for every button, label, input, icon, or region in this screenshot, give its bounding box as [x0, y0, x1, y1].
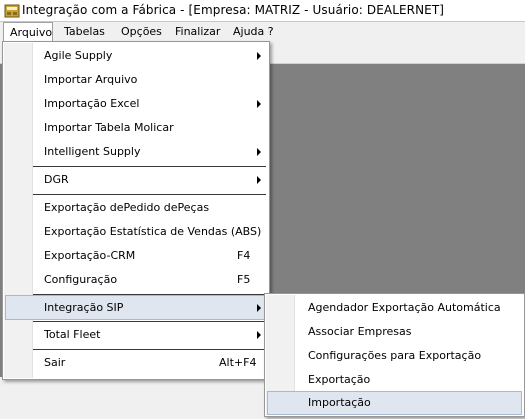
menu-item-exportacao-crm[interactable]: Exportação-CRM F4: [5, 244, 267, 268]
app-icon: [4, 4, 20, 18]
menu-item-label: Importação Excel: [44, 97, 140, 110]
submenu-item-label: Exportação: [308, 373, 371, 386]
menu-item-exportacao-pedido-pecas[interactable]: Exportação dePedido dePeças: [5, 196, 267, 220]
menu-item-label: Importar Arquivo: [44, 73, 138, 86]
submenu-item-exportacao[interactable]: Exportação: [267, 368, 522, 392]
submenu-arrow-icon: [257, 52, 261, 60]
submenu-arrow-icon: [257, 331, 261, 339]
menu-item-shortcut: Alt+F4: [219, 356, 257, 369]
menu-item-label: Configuração: [44, 273, 118, 286]
submenu-item-associar-empresas[interactable]: Associar Empresas: [267, 320, 522, 344]
title-bar: Integração com a Fábrica - [Empresa: MAT…: [0, 0, 525, 22]
submenu-item-agendador-exportacao[interactable]: Agendador Exportação Automática: [267, 296, 522, 320]
menu-item-total-fleet[interactable]: Total Fleet: [5, 323, 267, 347]
menu-opcoes[interactable]: Opções: [121, 22, 162, 42]
submenu-arrow-icon: [257, 100, 261, 108]
menu-item-label: DGR: [44, 173, 69, 186]
menu-bar: Arquivo Tabelas Opções Finalizar Ajuda ?: [0, 22, 525, 43]
menu-item-shortcut: F5: [237, 273, 251, 286]
submenu-item-label: Importação: [308, 396, 371, 409]
menu-item-shortcut: F4: [237, 249, 251, 262]
submenu-item-importacao[interactable]: Importação: [267, 391, 522, 415]
menu-item-label: Intelligent Supply: [44, 145, 141, 158]
menu-item-sair[interactable]: Sair Alt+F4: [5, 351, 267, 375]
menu-item-label: Total Fleet: [44, 328, 101, 341]
menu-tabelas[interactable]: Tabelas: [64, 22, 105, 42]
menu-item-intelligent-supply[interactable]: Intelligent Supply: [5, 140, 267, 164]
menu-ajuda[interactable]: Ajuda ?: [233, 22, 274, 42]
arquivo-dropdown: Agile Supply Importar Arquivo Importação…: [2, 41, 270, 380]
menu-item-label: Importar Tabela Molicar: [44, 121, 174, 134]
menu-item-importacao-excel[interactable]: Importação Excel: [5, 92, 267, 116]
menu-arquivo-label: Arquivo: [10, 26, 53, 39]
submenu-item-configuracoes-exportacao[interactable]: Configurações para Exportação: [267, 344, 522, 368]
submenu-item-label: Agendador Exportação Automática: [308, 301, 501, 314]
menu-item-importar-tabela-molicar[interactable]: Importar Tabela Molicar: [5, 116, 267, 140]
menu-item-dgr[interactable]: DGR: [5, 168, 267, 192]
menu-item-integracao-sip[interactable]: Integração SIP: [5, 295, 267, 320]
menu-ajuda-label: Ajuda ?: [233, 25, 274, 38]
menu-separator: [33, 166, 266, 167]
submenu-arrow-icon: [257, 304, 261, 312]
integracao-sip-submenu: Agendador Exportação Automática Associar…: [264, 293, 525, 417]
menu-separator: [33, 349, 266, 350]
menu-finalizar-label: Finalizar: [175, 25, 221, 38]
menu-item-configuracao[interactable]: Configuração F5: [5, 268, 267, 292]
menu-item-label: Integração SIP: [44, 301, 124, 314]
submenu-item-label: Associar Empresas: [308, 325, 412, 338]
menu-item-label: Exportação Estatística de Vendas (ABS): [44, 225, 262, 238]
menu-separator: [33, 194, 266, 195]
submenu-item-label: Configurações para Exportação: [308, 349, 482, 362]
menu-arquivo[interactable]: Arquivo: [3, 22, 53, 43]
menu-finalizar[interactable]: Finalizar: [175, 22, 220, 42]
menu-item-label: Exportação-CRM: [44, 249, 136, 262]
menu-item-agile-supply[interactable]: Agile Supply: [5, 44, 267, 68]
menu-item-exportacao-estatistica-vendas[interactable]: Exportação Estatística de Vendas (ABS): [5, 220, 267, 244]
menu-item-importar-arquivo[interactable]: Importar Arquivo: [5, 68, 267, 92]
menu-item-label: Agile Supply: [44, 49, 113, 62]
menu-opcoes-label: Opções: [121, 25, 162, 38]
menu-item-label: Sair: [44, 356, 66, 369]
menu-separator: [33, 321, 266, 322]
menu-item-label: Exportação dePedido dePeças: [44, 201, 210, 214]
submenu-arrow-icon: [257, 176, 261, 184]
window-title: Integração com a Fábrica - [Empresa: MAT…: [22, 3, 445, 17]
menu-tabelas-label: Tabelas: [64, 25, 105, 38]
submenu-arrow-icon: [257, 148, 261, 156]
